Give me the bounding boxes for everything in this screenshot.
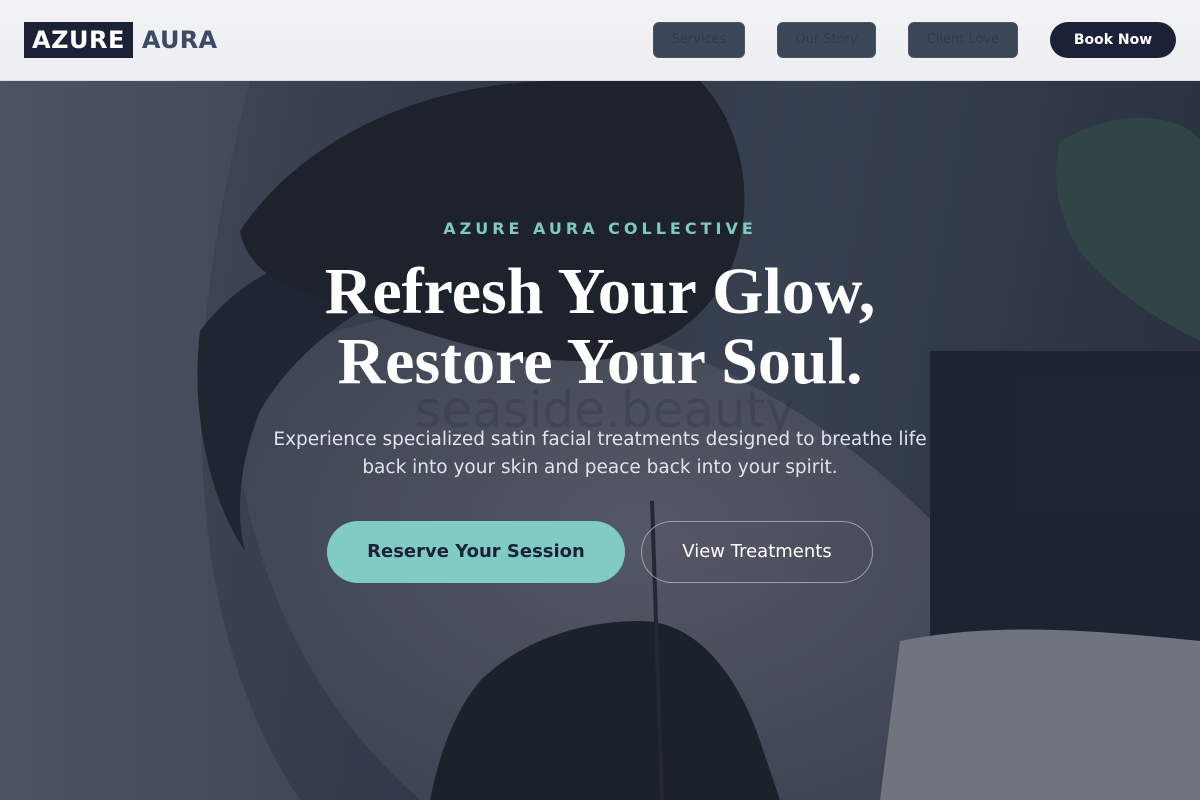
hero-eyebrow: AZURE AURA COLLECTIVE — [443, 219, 757, 238]
nav-services-button[interactable]: Services — [653, 22, 745, 58]
book-now-button[interactable]: Book Now — [1050, 22, 1176, 58]
nav-client-love-button[interactable]: Client Love — [908, 22, 1018, 58]
reserve-session-button[interactable]: Reserve Your Session — [327, 521, 625, 583]
hero-subtext: Experience specialized satin facial trea… — [273, 429, 927, 478]
logo-text: AURA — [141, 26, 218, 54]
nav-our-story-button[interactable]: Our Story — [777, 22, 876, 58]
hero-headline-line1: Refresh Your Glow, — [324, 255, 876, 328]
view-treatments-button[interactable]: View Treatments — [641, 521, 873, 583]
hero-headline-line2: Restore Your Soul. — [337, 325, 863, 398]
hero-section: seaside.beauty AZURE AURA COLLECTIVE Ref… — [0, 81, 1200, 800]
hero-headline: Refresh Your Glow, Restore Your Soul. — [200, 257, 1000, 397]
logo-box: AZURE — [24, 22, 133, 58]
site-header: AZURE AURA Services Our Story Client Lov… — [0, 0, 1200, 81]
logo[interactable]: AZURE AURA — [24, 22, 217, 58]
